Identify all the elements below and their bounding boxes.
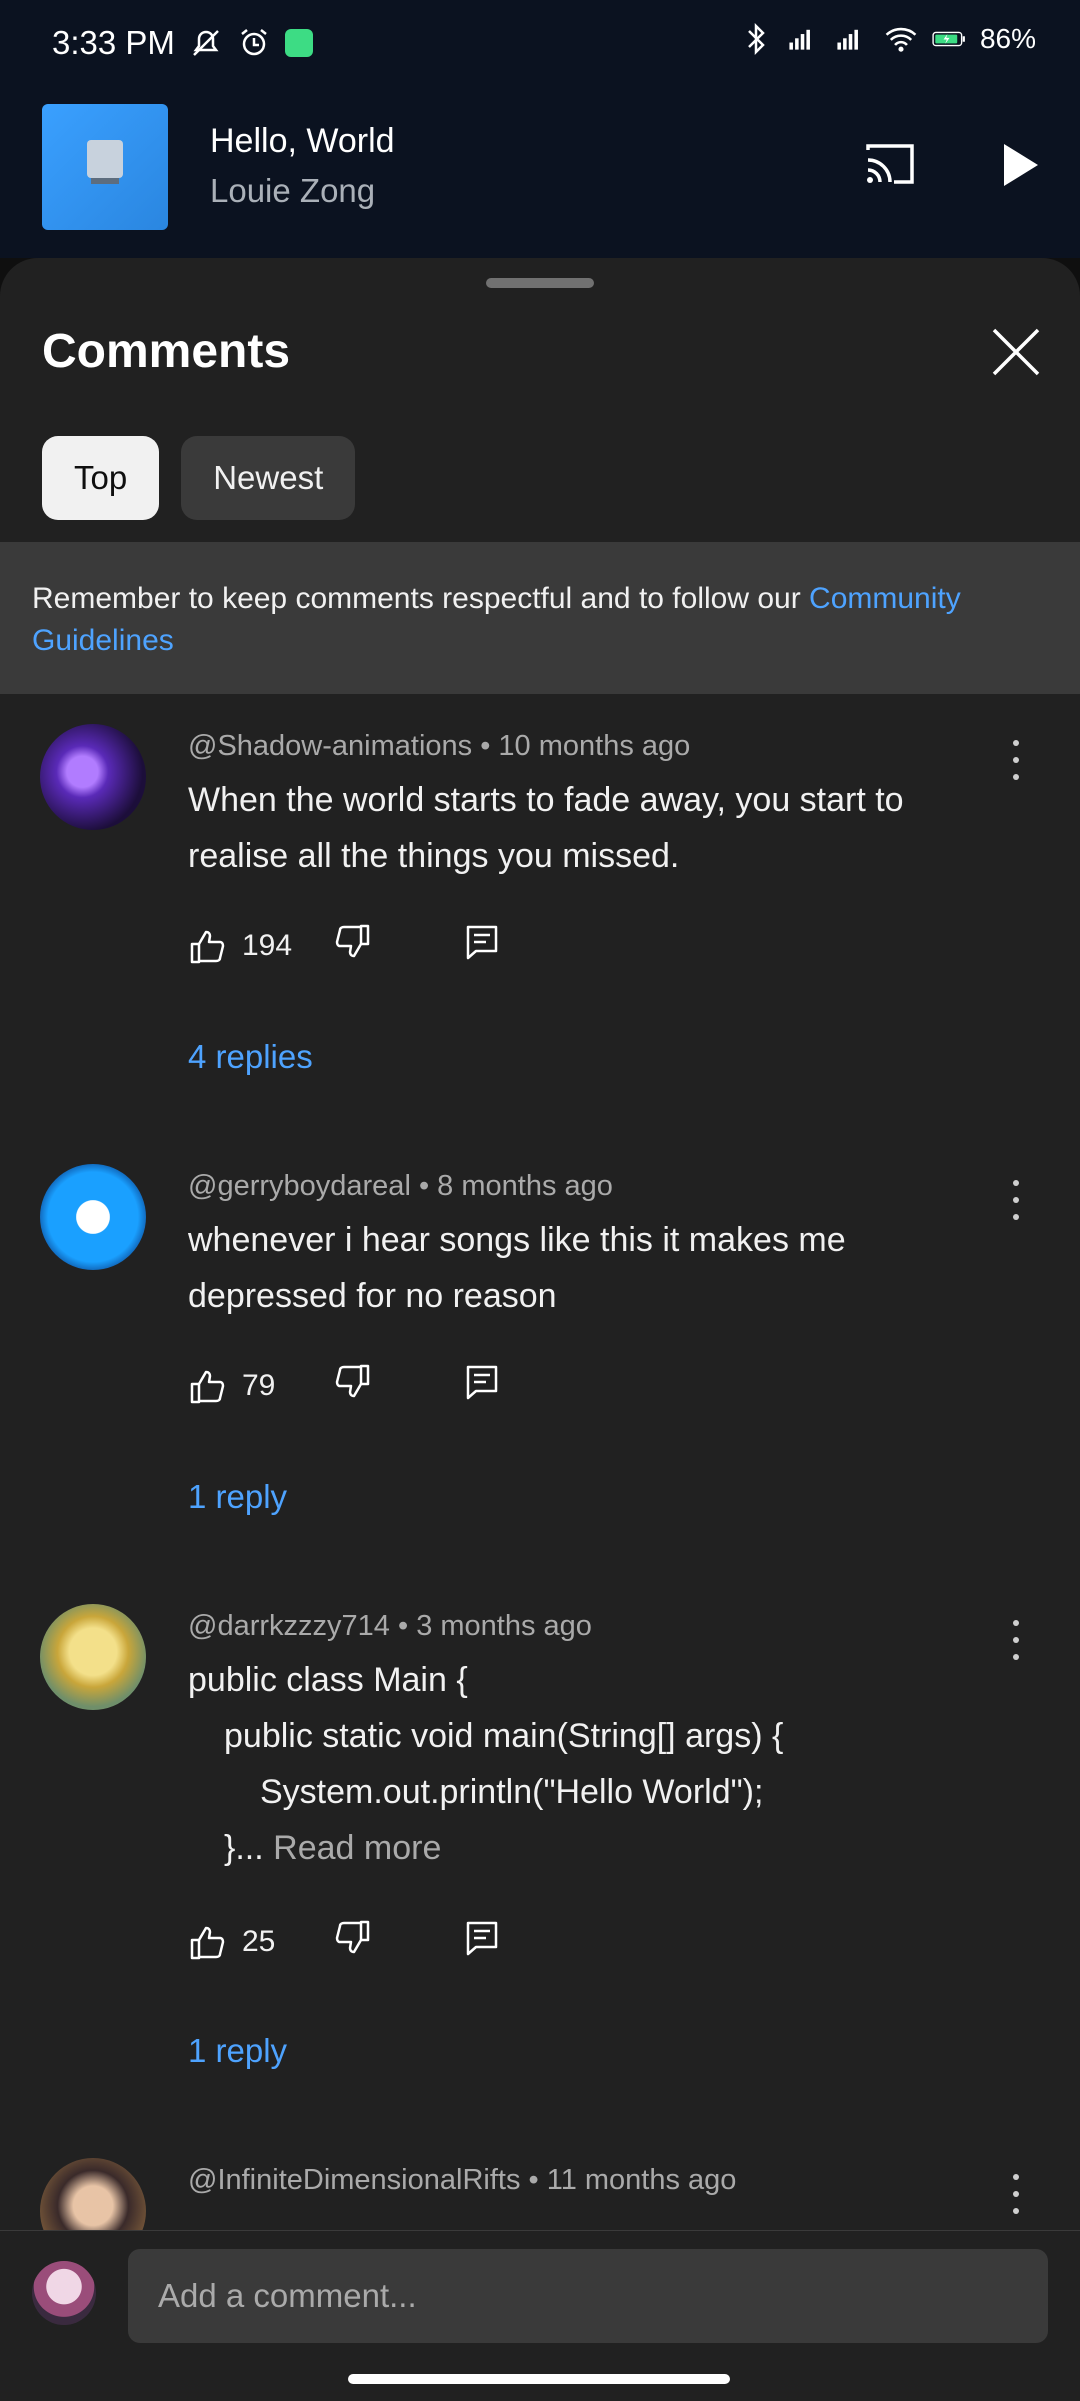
comment-item: @InfiniteDimensionalRifts • 11 months ag… <box>0 2154 1080 2230</box>
play-button[interactable] <box>996 140 1042 190</box>
tab-newest[interactable]: Newest <box>181 436 356 520</box>
comment-actions: 25 <box>188 1918 502 1966</box>
reply-icon <box>466 1365 498 1400</box>
dislike-button[interactable] <box>332 1362 462 1410</box>
avatar[interactable] <box>40 1164 146 1270</box>
dislike-button[interactable] <box>332 1918 462 1966</box>
dislike-button[interactable] <box>332 922 462 970</box>
thumbs-up-icon <box>190 1370 225 1404</box>
comment-time: 3 months ago <box>416 1610 592 1642</box>
bluetooth-icon <box>740 22 774 56</box>
comment-meta: @gerryboydareal • 8 months ago <box>188 1170 613 1202</box>
close-icon <box>992 328 1040 376</box>
comment-text: When the world starts to fade away, you … <box>188 781 904 875</box>
alarm-icon <box>237 26 271 60</box>
thumbs-down-icon <box>335 1364 370 1398</box>
home-indicator[interactable] <box>348 2374 730 2384</box>
mini-player[interactable]: Hello, World Louie Zong <box>0 92 1080 258</box>
like-button[interactable]: 194 <box>188 926 332 966</box>
community-notice: Remember to keep comments respectful and… <box>0 542 1080 694</box>
album-art-cube-icon <box>87 140 123 178</box>
comment-author[interactable]: @Shadow-animations <box>188 730 472 762</box>
thumbs-down-icon <box>335 1920 370 1954</box>
comment-meta: @Shadow-animations • 10 months ago <box>188 730 691 762</box>
wifi-icon <box>884 22 918 56</box>
more-options-button[interactable] <box>1005 1620 1027 1660</box>
more-options-button[interactable] <box>1005 2174 1027 2214</box>
replies-link[interactable]: 1 reply <box>188 2032 287 2070</box>
reply-button[interactable] <box>462 1918 502 1966</box>
read-more-link[interactable]: Read more <box>273 1829 441 1867</box>
cast-icon <box>866 144 914 184</box>
comment-actions: 79 <box>188 1362 502 1410</box>
signal-hd-icon <box>788 22 822 56</box>
add-comment-input[interactable] <box>128 2249 1048 2343</box>
reply-icon <box>466 1921 498 1956</box>
replies-link[interactable]: 1 reply <box>188 1478 287 1516</box>
battery-icon <box>932 22 966 56</box>
track-artist[interactable]: Louie Zong <box>210 172 375 210</box>
more-options-button[interactable] <box>1005 1180 1027 1220</box>
avatar[interactable] <box>40 2158 146 2230</box>
status-time: 3:33 PM <box>52 24 175 61</box>
comment-time: 8 months ago <box>437 1170 613 1202</box>
play-icon <box>1004 144 1038 186</box>
comment-time: 11 months ago <box>546 2164 737 2196</box>
signal-hd-icon <box>836 22 870 56</box>
comment-meta: @darrkzzzy714 • 3 months ago <box>188 1610 592 1642</box>
thumbs-up-icon <box>190 930 225 964</box>
battery-percent: 86% <box>979 23 1036 54</box>
reply-button[interactable] <box>462 1362 502 1410</box>
comment-author[interactable]: @InfiniteDimensionalRifts <box>188 2164 520 2196</box>
comment-author[interactable]: @gerryboydareal <box>188 1170 411 1202</box>
more-options-button[interactable] <box>1005 740 1027 780</box>
comment-meta: @InfiniteDimensionalRifts • 11 months ag… <box>188 2164 737 2196</box>
comment-actions: 194 <box>188 922 502 970</box>
like-button[interactable]: 25 <box>188 1922 332 1962</box>
like-count: 194 <box>242 929 293 962</box>
comment-time: 10 months ago <box>498 730 691 762</box>
sort-tabs: Top Newest <box>42 436 356 520</box>
comment-author[interactable]: @darrkzzzy714 <box>188 1610 390 1642</box>
album-thumbnail[interactable] <box>42 104 168 230</box>
sheet-title: Comments <box>42 325 291 378</box>
reply-icon <box>466 925 498 960</box>
thumbs-down-icon <box>335 924 370 958</box>
thumbs-up-icon <box>190 1926 225 1960</box>
comments-sheet: Comments Top Newest Remember to keep com… <box>0 258 1080 2400</box>
notice-text: Remember to keep comments respectful and… <box>32 582 961 657</box>
drag-handle[interactable] <box>486 278 594 288</box>
user-avatar[interactable] <box>32 2261 96 2325</box>
like-count: 25 <box>242 1925 276 1958</box>
cast-button[interactable] <box>862 140 918 188</box>
replies-link[interactable]: 4 replies <box>188 1038 313 1076</box>
mute-icon <box>189 26 223 60</box>
app-notification-icon <box>284 29 313 57</box>
tab-top[interactable]: Top <box>42 436 160 520</box>
track-title[interactable]: Hello, World <box>210 122 395 161</box>
like-count: 79 <box>242 1369 276 1402</box>
close-button[interactable] <box>990 326 1042 378</box>
comment-text: public class Main { public static void m… <box>188 1661 784 1867</box>
like-button[interactable]: 79 <box>188 1366 332 1406</box>
avatar[interactable] <box>40 1604 146 1710</box>
status-bar: 3:33 PM 86% <box>0 0 1080 92</box>
reply-button[interactable] <box>462 922 502 970</box>
comment-text: whenever i hear songs like this it makes… <box>188 1221 846 1315</box>
avatar[interactable] <box>40 724 146 830</box>
